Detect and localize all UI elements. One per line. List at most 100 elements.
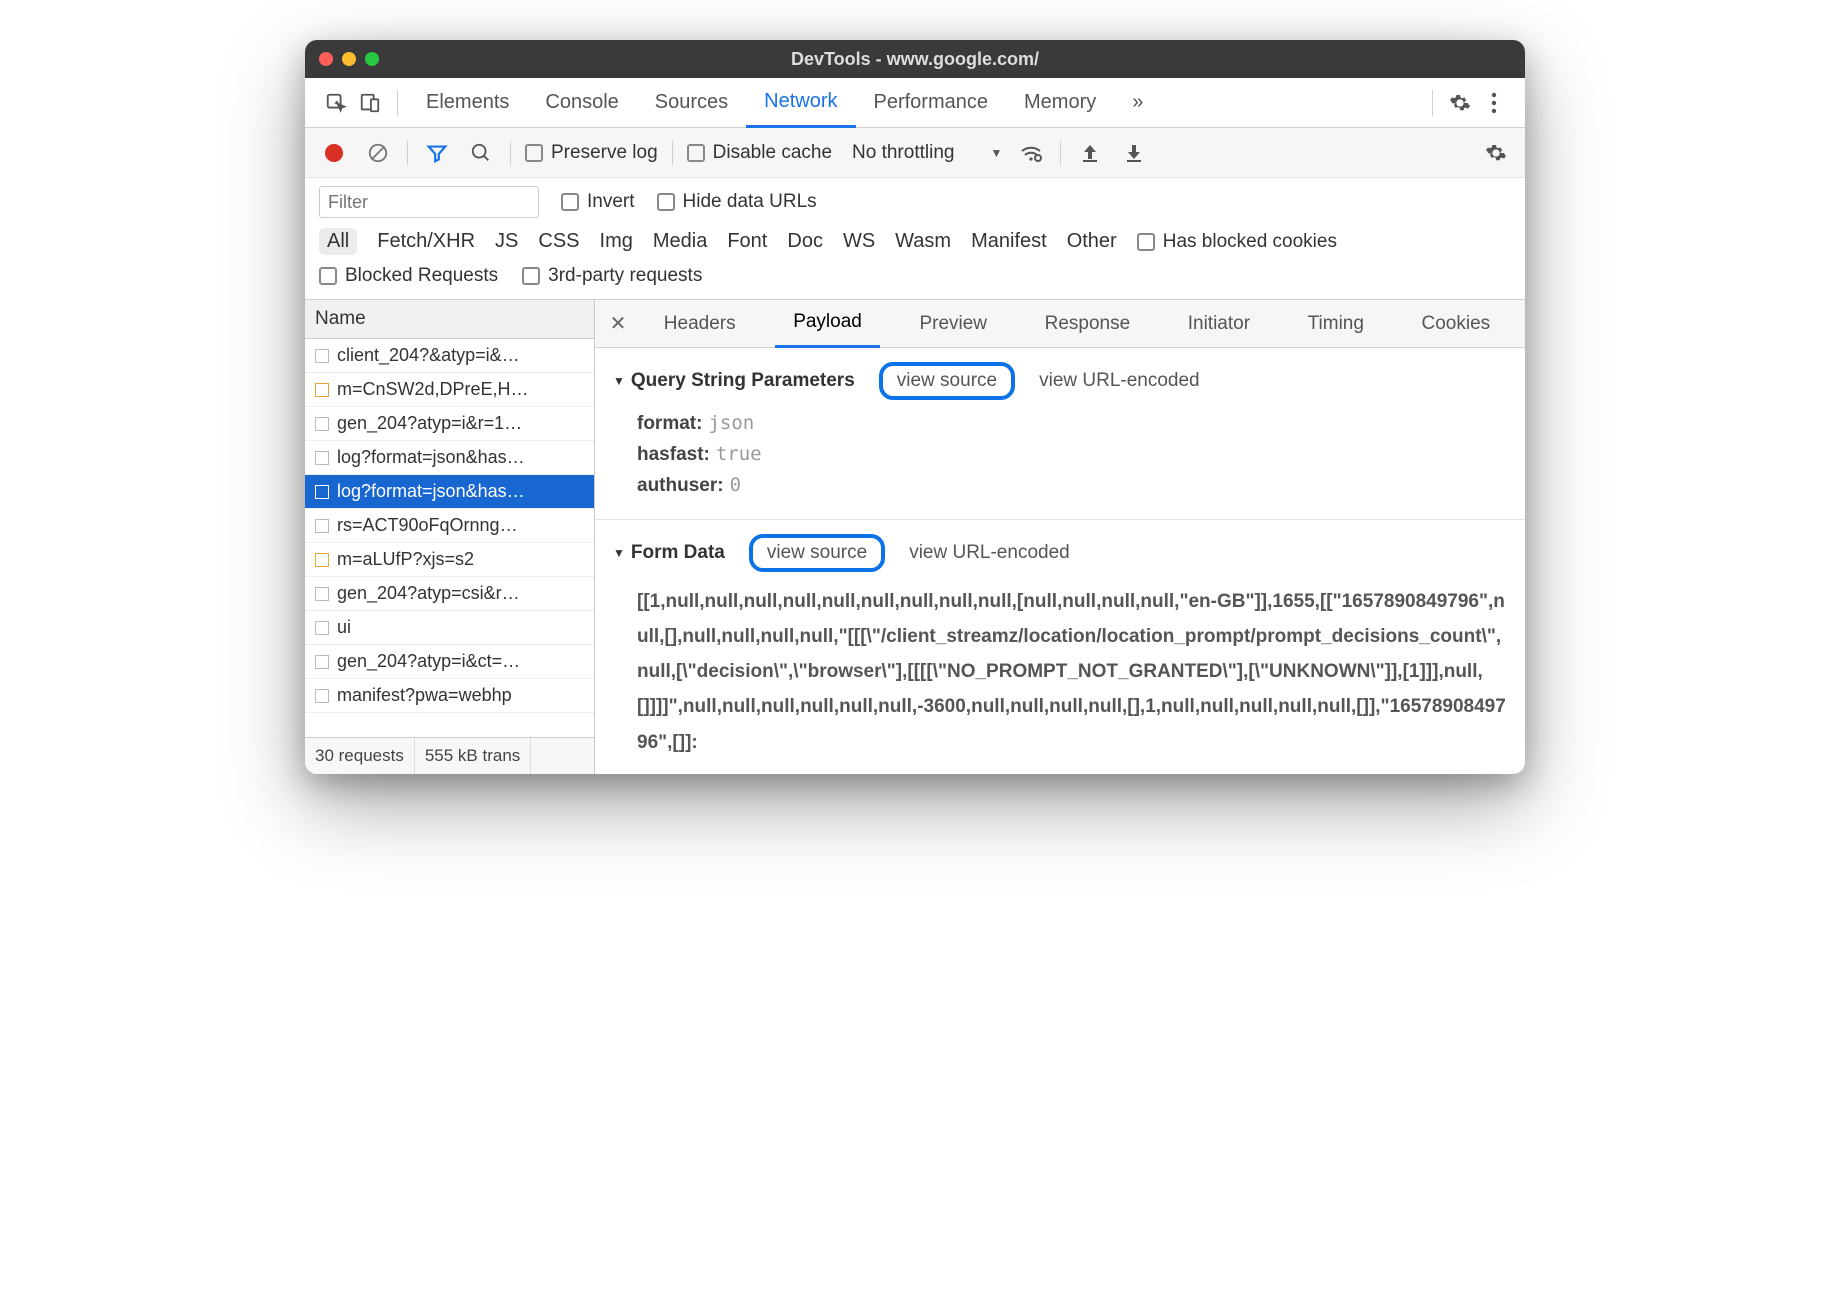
tab-console[interactable]: Console [527,78,636,128]
request-row[interactable]: manifest?pwa=webhp [305,679,594,713]
filter-type-css[interactable]: CSS [538,230,579,253]
filter-type-img[interactable]: Img [600,230,633,253]
file-icon [315,519,329,533]
status-bar: 30 requests 555 kB trans [305,737,594,774]
kebab-menu-icon[interactable] [1477,86,1511,120]
filter-type-wasm[interactable]: Wasm [895,230,951,253]
request-row[interactable]: rs=ACT90oFqOrnng… [305,509,594,543]
form-data-section: ▼Form Data view source view URL-encoded … [595,520,1525,774]
settings-icon[interactable] [1443,86,1477,120]
network-conditions-icon[interactable] [1016,138,1046,168]
param-value: true [716,443,762,465]
query-param: hasfast: true [637,443,1507,466]
titlebar: DevTools - www.google.com/ [305,40,1525,78]
inspect-element-icon[interactable] [319,86,353,120]
query-string-section: ▼Query String Parameters view source vie… [595,348,1525,520]
detail-tab-headers[interactable]: Headers [646,300,754,348]
has-blocked-label: Has blocked cookies [1163,231,1337,253]
close-details-icon[interactable]: ✕ [601,311,635,336]
filter-type-manifest[interactable]: Manifest [971,230,1047,253]
request-row[interactable]: log?format=json&has… [305,475,594,509]
search-icon[interactable] [466,138,496,168]
detail-tab-cookies[interactable]: Cookies [1404,300,1509,348]
transfer-size: 555 kB trans [415,738,531,774]
network-toolbar: Preserve log Disable cache No throttling… [305,128,1525,178]
filter-type-ws[interactable]: WS [843,230,875,253]
filter-input[interactable] [319,186,539,218]
download-har-icon[interactable] [1119,138,1149,168]
request-row[interactable]: gen_204?atyp=i&r=1… [305,407,594,441]
request-row[interactable]: client_204?&atyp=i&… [305,339,594,373]
disable-cache-checkbox[interactable]: Disable cache [687,142,832,164]
network-settings-icon[interactable] [1481,138,1511,168]
detail-tab-response[interactable]: Response [1027,300,1149,348]
qsp-view-source-link[interactable]: view source [879,362,1015,400]
record-button[interactable] [319,138,349,168]
throttling-select[interactable]: No throttling ▼ [852,142,1002,164]
third-party-label: 3rd-party requests [548,265,702,287]
request-name: ui [337,617,351,638]
request-name: manifest?pwa=webhp [337,685,512,706]
invert-checkbox[interactable]: Invert [561,191,635,213]
qsp-toggle[interactable]: ▼Query String Parameters [613,370,855,392]
disable-cache-label: Disable cache [713,142,832,164]
request-name: log?format=json&has… [337,447,525,468]
throttling-value: No throttling [852,142,954,164]
preserve-log-checkbox[interactable]: Preserve log [525,142,658,164]
window-title: DevTools - www.google.com/ [305,49,1525,70]
detail-tab-initiator[interactable]: Initiator [1170,300,1268,348]
tab-elements[interactable]: Elements [408,78,527,128]
hide-data-urls-checkbox[interactable]: Hide data URLs [657,191,817,213]
column-header-name[interactable]: Name [305,300,594,339]
file-icon [315,485,329,499]
request-row[interactable]: gen_204?atyp=csi&r… [305,577,594,611]
tab-network[interactable]: Network [746,78,855,128]
file-icon [315,655,329,669]
request-details: ✕ Headers Payload Preview Response Initiator… [595,300,1525,774]
filter-type-media[interactable]: Media [653,230,707,253]
form-view-url-encoded-link[interactable]: view URL-encoded [909,542,1070,564]
filter-type-fetch-xhr[interactable]: Fetch/XHR [377,230,475,253]
file-icon [315,349,329,363]
qsp-view-url-encoded-link[interactable]: view URL-encoded [1039,370,1200,392]
filter-icon[interactable] [422,138,452,168]
blocked-requests-checkbox[interactable]: Blocked Requests [319,265,498,287]
filter-type-doc[interactable]: Doc [787,230,823,253]
upload-har-icon[interactable] [1075,138,1105,168]
tab-memory[interactable]: Memory [1006,78,1114,128]
detail-tab-payload[interactable]: Payload [775,300,880,348]
request-row[interactable]: m=CnSW2d,DPreE,H… [305,373,594,407]
form-data-toggle[interactable]: ▼Form Data [613,542,725,564]
hide-data-urls-label: Hide data URLs [683,191,817,213]
request-name: log?format=json&has… [337,481,525,502]
detail-tab-timing[interactable]: Timing [1290,300,1382,348]
tab-performance[interactable]: Performance [856,78,1007,128]
request-row[interactable]: log?format=json&has… [305,441,594,475]
request-row[interactable]: m=aLUfP?xjs=s2 [305,543,594,577]
tab-sources[interactable]: Sources [637,78,746,128]
has-blocked-cookies-checkbox[interactable]: Has blocked cookies [1137,231,1337,253]
file-icon [315,383,329,397]
request-name: rs=ACT90oFqOrnng… [337,515,518,536]
file-icon [315,587,329,601]
filter-type-all[interactable]: All [319,228,357,255]
clear-icon[interactable] [363,138,393,168]
request-name: client_204?&atyp=i&… [337,345,520,366]
detail-tab-preview[interactable]: Preview [901,300,1005,348]
filter-type-other[interactable]: Other [1067,230,1117,253]
param-key: authuser: [637,475,724,496]
form-view-source-link[interactable]: view source [749,534,885,572]
file-icon [315,417,329,431]
filter-type-font[interactable]: Font [727,230,767,253]
filter-type-js[interactable]: JS [495,230,518,253]
more-tabs-button[interactable]: » [1114,78,1161,128]
param-key: hasfast: [637,444,710,465]
query-param: format:json [637,412,1507,435]
third-party-checkbox[interactable]: 3rd-party requests [522,265,702,287]
request-row[interactable]: ui [305,611,594,645]
param-value: json [708,412,754,434]
device-toolbar-icon[interactable] [353,86,387,120]
form-data-body: [[1,null,null,null,null,null,null,null,n… [637,584,1507,760]
param-value: 0 [730,474,741,496]
request-row[interactable]: gen_204?atyp=i&ct=… [305,645,594,679]
